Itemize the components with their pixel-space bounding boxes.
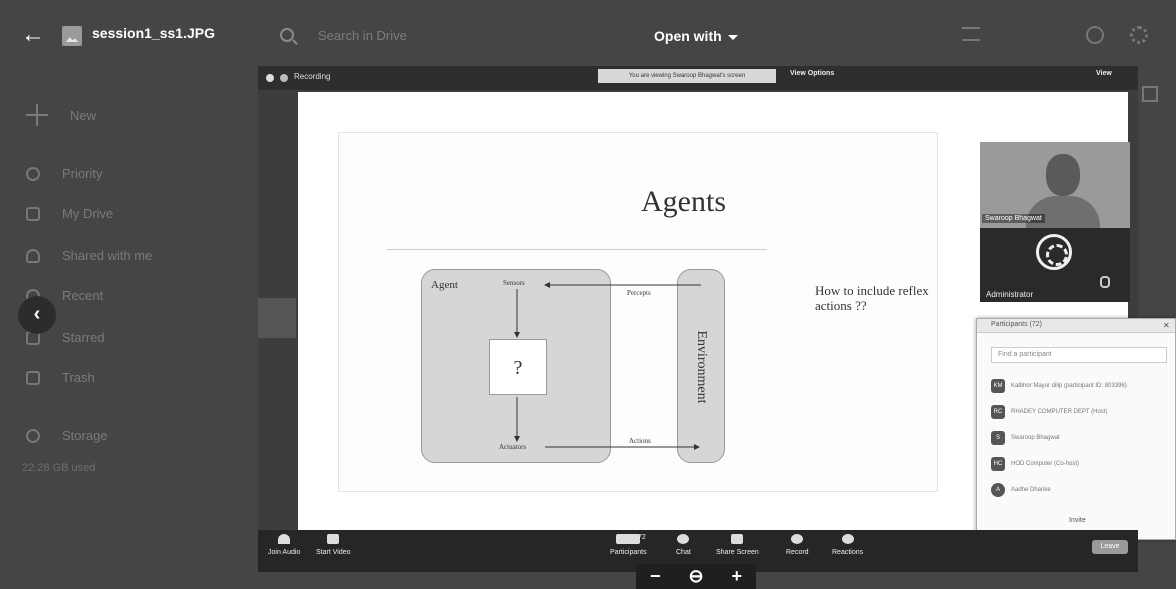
- smiley-icon: [841, 534, 854, 544]
- plus-icon: [26, 104, 48, 126]
- video-off-icon: [327, 534, 340, 544]
- participant-name: Kalbhor Mayur dilip (participant ID: 803…: [1011, 383, 1127, 389]
- info-icon: [1142, 86, 1158, 102]
- zoom-out-button[interactable]: −: [650, 566, 661, 587]
- image-file-icon: [62, 26, 82, 46]
- gear-icon: [1130, 26, 1148, 44]
- search-placeholder: Search in Drive: [318, 28, 407, 43]
- sidebar-item-label: New: [70, 107, 97, 123]
- zoom-reset-icon[interactable]: ⊖: [688, 566, 703, 587]
- sidebar-item-label: Starred: [62, 330, 105, 345]
- avatar: A: [991, 483, 1005, 497]
- sidebar-item-trash: Trash: [26, 370, 95, 385]
- obs-logo-icon: [1036, 234, 1072, 270]
- slide-question: How to include reflex actions ??: [815, 283, 929, 313]
- help-icon: [1086, 26, 1104, 44]
- chat-icon: [677, 534, 690, 544]
- trash-icon: [26, 370, 40, 385]
- sidebar-item-label: Trash: [62, 370, 95, 385]
- person-body: [1026, 196, 1100, 228]
- avatar: S: [991, 431, 1005, 445]
- file-name: session1_ss1.JPG: [92, 25, 215, 41]
- sidebar-item-priority: Priority: [26, 166, 102, 181]
- share-screen-button: Share Screen: [716, 534, 759, 556]
- view-options-button: View Options: [790, 70, 835, 77]
- shield-icon: [266, 74, 274, 82]
- sidebar-item-label: Storage: [62, 428, 108, 443]
- participant-name: HOD Computer (Co-host): [1011, 461, 1080, 467]
- record-button: Record: [786, 534, 809, 556]
- record-icon: [791, 534, 804, 544]
- participant-name: Swaroop Bhagwat: [1011, 435, 1060, 441]
- sidebar-item-my-drive: My Drive: [26, 206, 113, 221]
- invite-button: Invite: [1069, 517, 1086, 524]
- view-button: View: [1096, 70, 1112, 77]
- start-video-button: Start Video: [316, 534, 351, 556]
- presentation-slide: Agents Agent Sensors Actuators Percepts …: [338, 132, 938, 492]
- back-arrow-icon[interactable]: ←: [20, 22, 46, 48]
- priority-icon: [26, 166, 40, 181]
- chat-button: Chat: [676, 534, 691, 556]
- meeting-photo: Recording You are viewing Swaroop Bhagwa…: [258, 66, 1176, 572]
- participant-name: Aadhe Dhanke: [1011, 487, 1051, 493]
- headphones-icon: [278, 534, 291, 544]
- sidebar-item-label: Shared with me: [62, 248, 153, 263]
- recording-label: Recording: [294, 72, 331, 81]
- open-with-button[interactable]: Open with: [642, 22, 750, 50]
- admin-name-label: Administrator: [986, 290, 1034, 299]
- shared-screen: Agents Agent Sensors Actuators Percepts …: [298, 92, 1176, 540]
- open-with-label: Open with: [654, 28, 722, 44]
- slide-side-strip: [258, 298, 296, 338]
- sidebar-item-new: New: [26, 104, 96, 126]
- participants-count: 72: [638, 534, 646, 541]
- sidebar-item-label: Recent: [62, 288, 104, 303]
- mic-muted-icon: [1100, 276, 1110, 288]
- panel-title: Participants (72): [991, 321, 1042, 328]
- avatar: KM: [991, 379, 1005, 393]
- chevron-down-icon: [727, 34, 738, 40]
- diagram-arrows: [514, 282, 701, 450]
- sidebar-item-label: My Drive: [62, 206, 114, 221]
- reactions-button: Reactions: [832, 534, 863, 556]
- video-name-label: Swaroop Bhagwat: [982, 214, 1045, 223]
- sidebar-item-storage: Storage: [26, 428, 108, 443]
- people-icon: [26, 248, 40, 263]
- drive-image-viewer: ← session1_ss1.JPG Search in Drive Open …: [0, 0, 1176, 589]
- share-screen-icon: [731, 534, 744, 544]
- sidebar-item-shared: Shared with me: [26, 248, 152, 263]
- drive-file-list-edge: [1138, 66, 1176, 572]
- sidebar-item-label: Priority: [62, 166, 103, 181]
- person-head: [1046, 154, 1080, 196]
- cloud-icon: [26, 428, 40, 443]
- avatar: HC: [991, 457, 1005, 471]
- join-audio-button: Join Audio: [268, 534, 300, 556]
- participant-name: RHADEY COMPUTER DEPT (Host): [1011, 409, 1108, 415]
- record-dot-icon: [280, 74, 288, 82]
- previous-image-button[interactable]: ‹: [18, 296, 56, 334]
- settings-tune-icon: [962, 27, 980, 41]
- viewing-banner: You are viewing Swaroop Bhagwat's screen: [598, 69, 776, 83]
- leave-button: Leave: [1092, 540, 1128, 554]
- zoom-topbar: Recording You are viewing Swaroop Bhagwa…: [258, 66, 1138, 90]
- search-icon: [280, 28, 294, 42]
- image-zoom-controls: − ⊖ +: [636, 564, 756, 589]
- zoom-in-button[interactable]: +: [731, 566, 742, 587]
- storage-used: 22.28 GB used: [22, 462, 96, 474]
- viewer-topbar: ← session1_ss1.JPG Search in Drive Open …: [0, 0, 1176, 70]
- admin-video-tile: Administrator: [980, 228, 1130, 302]
- drive-icon: [26, 206, 40, 221]
- avatar: RC: [991, 405, 1005, 419]
- participants-icon: [616, 534, 641, 544]
